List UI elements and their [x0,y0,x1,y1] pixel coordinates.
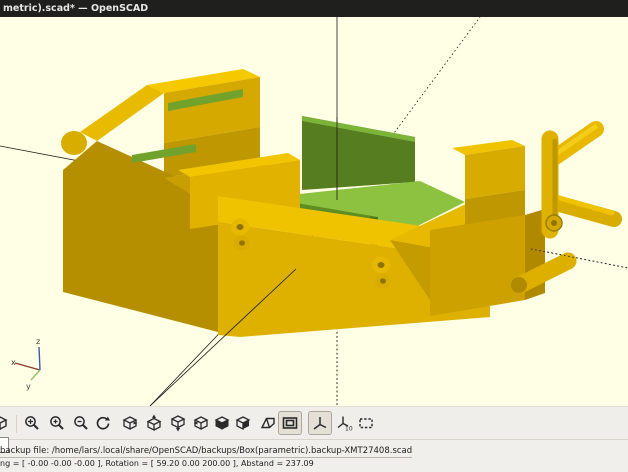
perspective-icon [260,417,275,429]
window-title: metric).scad* — OpenSCAD [3,3,149,14]
show-scale-markers-button[interactable]: 10 [332,411,356,435]
crosshairs-icon [359,418,373,429]
reset-view-icon [96,416,110,430]
view-bottom-button[interactable] [166,411,190,435]
view-toolbar: 10 [0,406,628,440]
svg-text:10: 10 [345,426,353,433]
view-bottom-icon [170,415,186,432]
zoom-all-icon [25,416,39,430]
window-title-bar[interactable]: metric).scad* — OpenSCAD [0,0,628,17]
reset-view-button[interactable] [91,411,115,435]
view-diagonal-button[interactable] [256,411,280,435]
show-axes-button[interactable] [308,411,332,435]
view-right-button[interactable] [118,411,142,435]
axis-indicator-gizmo: x z y [11,337,41,391]
view-orthogonal-button[interactable] [278,411,302,435]
zoom-out-button[interactable] [69,411,93,435]
view-front-icon [214,416,230,430]
view-right-icon [122,416,138,431]
cube-icon [0,416,8,431]
gizmo-x-label: x [11,358,16,367]
orthogonal-icon [282,417,298,429]
view-partial-button[interactable] [0,411,12,435]
view-top-icon [146,414,162,432]
gizmo-y-label: y [26,382,31,391]
zoom-out-icon [74,416,88,430]
view-top-button[interactable] [142,411,166,435]
rendered-scene: x z y [0,17,628,406]
zoom-in-button[interactable] [45,411,69,435]
toolbar-separator [16,415,17,433]
status-area: backup file: /home/lars/.local/share/Ope… [0,437,628,472]
zoom-in-icon [50,416,64,430]
backup-file-message: backup file: /home/lars/.local/share/Ope… [0,446,413,458]
show-crosshairs-button[interactable] [354,411,378,435]
axes-icon [313,417,327,430]
scale-markers-icon: 10 [337,416,353,433]
viewport-status-line: ng = [ -0.00 -0.00 -0.00 ], Rotation = [… [0,459,314,468]
view-back-button[interactable] [231,411,255,435]
zoom-all-button[interactable] [20,411,44,435]
view-back-icon [235,416,251,431]
viewport-canvas[interactable]: x z y [0,17,628,406]
gizmo-z-label: z [36,337,40,346]
view-left-icon [193,416,209,431]
